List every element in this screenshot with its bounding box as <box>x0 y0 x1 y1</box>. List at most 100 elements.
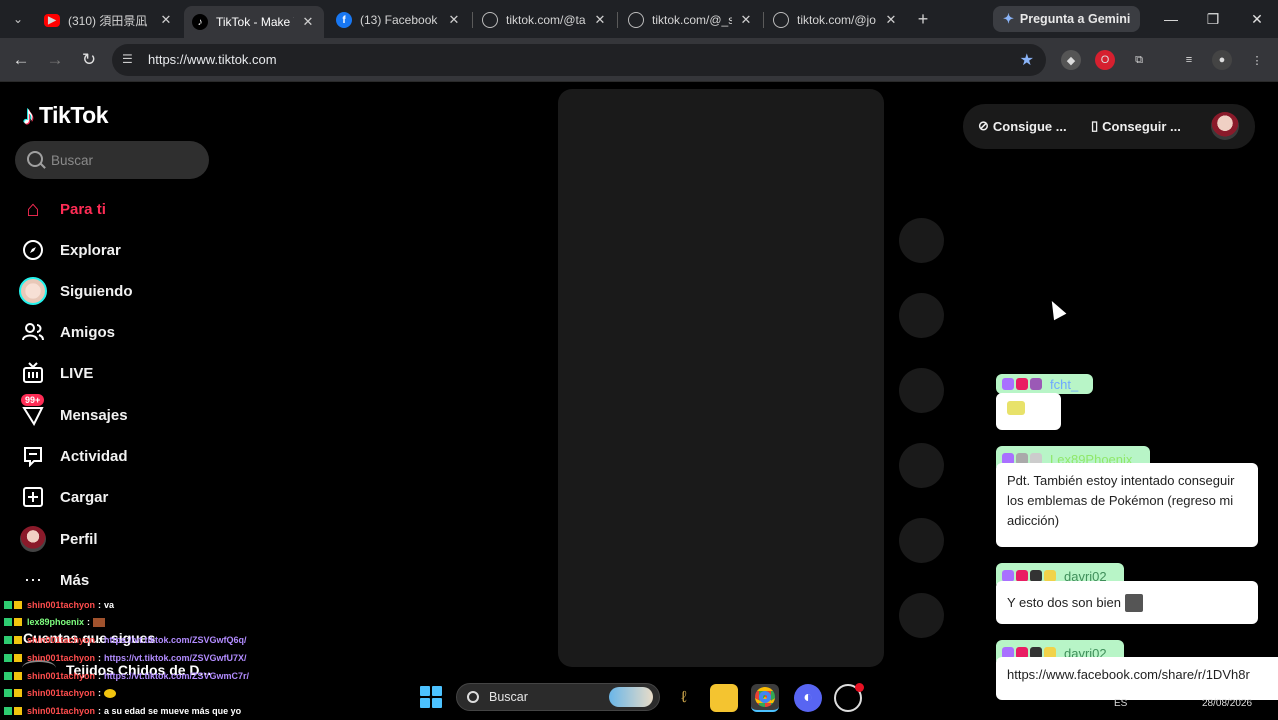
bookmark-star-icon[interactable]: ★ <box>1020 50 1034 70</box>
nav-perfil[interactable]: Perfil <box>18 521 218 557</box>
comment-button[interactable] <box>899 368 944 413</box>
close-icon[interactable]: ✕ <box>738 12 754 28</box>
close-window-icon[interactable]: ✕ <box>1242 6 1272 32</box>
minimize-icon[interactable]: — <box>1156 6 1186 32</box>
close-icon[interactable]: ✕ <box>592 12 608 28</box>
chat-user: shin001tachyon <box>27 706 96 716</box>
chat-link[interactable]: https://vt.tiktok.com/ZSVGwfU7X/ <box>104 653 247 663</box>
nav-mas[interactable]: ⋯ Más <box>18 562 218 598</box>
friends-icon <box>18 317 48 347</box>
nav-amigos[interactable]: Amigos <box>18 314 218 350</box>
opera-extension-icon[interactable]: O <box>1095 50 1115 70</box>
windows-start-button[interactable] <box>420 686 442 708</box>
search-highlight-image <box>609 687 653 707</box>
restore-icon[interactable]: ❐ <box>1198 6 1228 32</box>
nav-live[interactable]: LIVE <box>18 355 218 391</box>
user-avatar[interactable] <box>1211 112 1239 140</box>
league-app-icon[interactable]: ℓ <box>670 684 698 712</box>
tab-separator <box>472 12 473 28</box>
gemini-label: Pregunta a Gemini <box>1019 12 1131 26</box>
sound-disc-button[interactable] <box>899 593 944 638</box>
close-icon[interactable]: ✕ <box>883 12 899 28</box>
search-input[interactable] <box>51 141 201 179</box>
browser-menu-icon[interactable]: ⋮ <box>1247 50 1267 70</box>
tab-youtube[interactable]: ▶ (310) 須田景凪 ✕ <box>36 6 182 34</box>
language-indicator[interactable]: ES <box>1114 698 1127 709</box>
tiktok-note-icon: ♪ <box>22 100 35 130</box>
badge-icon <box>4 636 12 644</box>
tab-tiktok-profile-3[interactable]: tiktok.com/@jo ✕ <box>765 6 907 34</box>
tab-title: (13) Facebook <box>360 13 438 27</box>
tab-tiktok-profile-1[interactable]: tiktok.com/@ta ✕ <box>474 6 616 34</box>
badge-icon <box>4 654 12 662</box>
nav-cargar[interactable]: Cargar <box>18 479 218 515</box>
emote-icon <box>1007 401 1025 415</box>
chat-user: shin001tachyon <box>27 653 96 663</box>
nav-label: Perfil <box>60 530 98 548</box>
nav-siguiendo[interactable]: Siguiendo <box>18 273 218 309</box>
get-app-button[interactable]: ▯ Conseguir ... <box>1091 118 1181 134</box>
creator-avatar-button[interactable] <box>899 218 944 263</box>
globe-icon <box>773 12 789 28</box>
tab-search-chevron-icon[interactable]: ⌄ <box>6 8 30 30</box>
tab-facebook[interactable]: f (13) Facebook ✕ <box>328 6 470 34</box>
tab-title: tiktok.com/@jo <box>797 13 876 27</box>
messages-icon: 99+ <box>18 394 48 430</box>
search-box[interactable] <box>15 141 209 179</box>
chat-message-text: Y esto dos son bien <box>1007 594 1121 610</box>
close-icon[interactable]: ✕ <box>158 12 174 28</box>
emote-icon <box>93 617 106 627</box>
puzzle-extensions-icon[interactable]: ⧉ <box>1129 50 1149 70</box>
tab-tiktok-profile-2[interactable]: tiktok.com/@_s ✕ <box>620 6 762 34</box>
close-icon[interactable]: ✕ <box>446 12 462 28</box>
small-chat-line: shin001tachyon: https://vt.tiktok.com/ZS… <box>4 653 247 663</box>
mouse-cursor-icon <box>1045 297 1067 321</box>
gemini-button[interactable]: ✦ Pregunta a Gemini <box>993 6 1141 32</box>
new-tab-button[interactable]: + <box>912 8 934 30</box>
badge-icon <box>4 601 12 609</box>
taskbar-search[interactable]: Buscar <box>456 683 660 711</box>
live-tv-icon <box>18 358 48 388</box>
chat-username: fcht_ <box>1050 376 1079 392</box>
nav-explorar[interactable]: Explorar <box>18 232 218 268</box>
badge-icon <box>14 707 22 715</box>
home-icon: ⌂ <box>26 196 40 221</box>
chat-link[interactable]: https://vt.tiktok.com/ZSVGwmC7r/ <box>104 671 249 681</box>
nav-label: Para ti <box>60 200 106 218</box>
reading-list-icon[interactable]: ≡ <box>1179 50 1199 70</box>
close-icon[interactable]: ✕ <box>300 14 316 30</box>
chat-message-text: Pdt. También estoy intentado conseguir l… <box>1007 473 1235 528</box>
taskbar-date[interactable]: 28/08/2026 <box>1202 698 1252 709</box>
url-text[interactable]: https://www.tiktok.com <box>148 52 277 67</box>
video-player[interactable] <box>558 89 884 667</box>
forward-arrow-icon[interactable]: → <box>43 48 67 72</box>
chat-message-link[interactable]: https://www.facebook.com/share/r/1DVh8r <box>1007 667 1250 682</box>
address-bar[interactable]: ☰ https://www.tiktok.com ★ <box>112 44 1046 76</box>
extension-icon[interactable]: ◆ <box>1061 50 1081 70</box>
small-chat-line: shin001tachyon: https://vt.tiktok.com/ZS… <box>4 671 249 681</box>
coin-icon: ⊘ <box>978 118 989 133</box>
chrome-icon[interactable] <box>751 684 779 712</box>
reload-icon[interactable]: ↻ <box>77 48 101 72</box>
app-with-notification-icon[interactable] <box>834 683 864 712</box>
nav-para-ti[interactable]: ⌂ Para ti <box>18 191 218 227</box>
globe-icon <box>482 12 498 28</box>
site-info-icon[interactable]: ☰ <box>122 52 138 68</box>
like-button[interactable] <box>899 293 944 338</box>
small-chat-line: shin001tachyon: <box>4 688 118 698</box>
bookmark-button[interactable] <box>899 443 944 488</box>
nav-mensajes[interactable]: 99+ Mensajes <box>18 394 218 433</box>
tab-title: tiktok.com/@_s <box>652 13 732 27</box>
file-explorer-icon[interactable] <box>710 684 738 712</box>
discord-icon[interactable]: ◐ <box>794 684 822 712</box>
badge-icon <box>4 689 12 697</box>
badge-icon <box>14 654 22 662</box>
chat-link[interactable]: https://vt.tiktok.com/ZSVGwfQ6q/ <box>104 635 247 645</box>
profile-avatar-icon[interactable]: ● <box>1212 50 1232 70</box>
tab-tiktok[interactable]: ♪ TikTok - Make Y ✕ <box>184 6 324 38</box>
nav-actividad[interactable]: Actividad <box>18 438 218 474</box>
back-arrow-icon[interactable]: ← <box>9 48 33 72</box>
share-button[interactable] <box>899 518 944 563</box>
tiktok-logo[interactable]: ♪ TikTok <box>22 100 109 131</box>
get-coins-button[interactable]: ⊘ Consigue ... <box>978 118 1067 134</box>
